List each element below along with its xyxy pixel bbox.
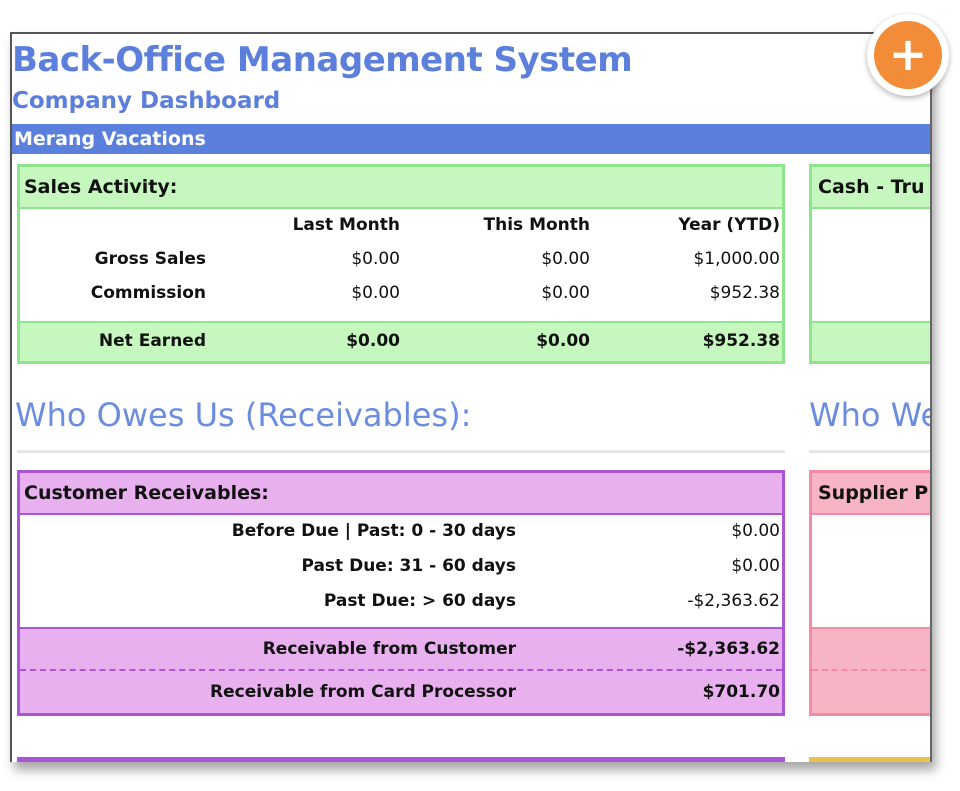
gross-sales-ytd: $1,000.00 <box>693 249 780 269</box>
column-header-last-month: Last Month <box>292 215 400 235</box>
app-title: Back-Office Management System <box>12 40 633 80</box>
receivables-divider <box>17 450 785 453</box>
receivable-card-processor-label: Receivable from Card Processor <box>210 682 516 702</box>
net-earned-this-month: $0.00 <box>536 331 590 351</box>
add-button[interactable]: + <box>867 14 949 96</box>
company-name: Merang Vacations <box>14 128 206 150</box>
supplier-payables-heading: Supplier P <box>818 482 929 504</box>
customer-receivables-body: Before Due | Past: 0 - 30 days $0.00 Pas… <box>20 513 782 629</box>
column-header-ytd: Year (YTD) <box>678 215 780 235</box>
row-label-commission: Commission <box>90 283 206 303</box>
aging-label-over-60: Past Due: > 60 days <box>323 591 516 611</box>
payables-divider <box>809 450 930 453</box>
sales-activity-heading: Sales Activity: <box>20 167 782 207</box>
aging-value-over-60: -$2,363.62 <box>687 591 780 611</box>
net-earned-ytd: $952.38 <box>702 331 780 351</box>
cash-body <box>812 207 930 323</box>
supplier-payables-panel: Supplier P <box>809 470 930 716</box>
row-label-gross-sales: Gross Sales <box>94 249 206 269</box>
supplier-payables-body <box>812 513 930 629</box>
receivable-card-processor-value: $701.70 <box>702 682 780 702</box>
sales-activity-body: Last Month This Month Year (YTD) Gross S… <box>20 207 782 323</box>
customer-receivables-heading: Customer Receivables: <box>24 482 269 504</box>
aging-label-31-60: Past Due: 31 - 60 days <box>301 556 516 576</box>
cash-panel: Cash - Tru <box>809 164 930 364</box>
commission-ytd: $952.38 <box>709 283 780 303</box>
net-earned-row: Net Earned $0.00 $0.00 $952.38 <box>20 323 782 361</box>
next-panel-border-purple <box>17 757 785 762</box>
column-header-this-month: This Month <box>483 215 591 235</box>
next-panel-border-yellow <box>809 757 930 762</box>
aging-value-31-60: $0.00 <box>731 556 780 576</box>
payables-dashed-divider <box>812 669 930 671</box>
receivables-section-title: Who Owes Us (Receivables): <box>15 396 472 434</box>
company-name-bar: Merang Vacations <box>12 124 930 154</box>
plus-icon[interactable]: + <box>874 21 942 89</box>
gross-sales-this-month: $0.00 <box>541 249 590 269</box>
customer-receivables-panel: Customer Receivables: Before Due | Past:… <box>17 470 785 716</box>
dashboard-window: Back-Office Management System Company Da… <box>10 32 932 762</box>
sales-activity-panel: Sales Activity: Last Month This Month Ye… <box>17 164 785 364</box>
cash-heading: Cash - Tru <box>818 176 925 198</box>
payables-section-title: Who We <box>809 396 932 434</box>
commission-this-month: $0.00 <box>541 283 590 303</box>
row-label-net-earned: Net Earned <box>98 331 206 351</box>
aging-value-0-30: $0.00 <box>731 521 780 541</box>
aging-label-0-30: Before Due | Past: 0 - 30 days <box>231 521 516 541</box>
receivables-dashed-divider <box>20 669 782 671</box>
receivable-customer-label: Receivable from Customer <box>262 639 516 659</box>
gross-sales-last-month: $0.00 <box>351 249 400 269</box>
receivable-customer-value: -$2,363.62 <box>677 639 780 659</box>
page-subtitle: Company Dashboard <box>12 88 281 114</box>
net-earned-last-month: $0.00 <box>346 331 400 351</box>
commission-last-month: $0.00 <box>351 283 400 303</box>
